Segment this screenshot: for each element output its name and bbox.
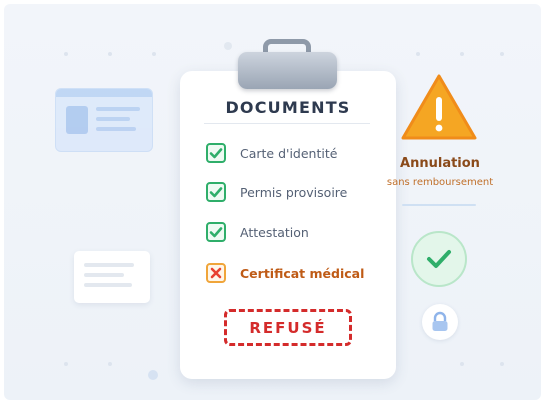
- documents-title: DOCUMENTS: [225, 98, 351, 117]
- annulation-subtitle: sans remboursement: [386, 177, 494, 188]
- background-dot: [416, 52, 420, 56]
- check-icon: [206, 182, 226, 202]
- document-item-label: Carte d'identité: [240, 145, 338, 161]
- background-dot: [460, 362, 464, 366]
- document-item-label: Certificat médical: [240, 265, 365, 281]
- refused-stamp: REFUSÉ: [224, 309, 352, 346]
- clipboard-clip-icon: [238, 52, 337, 89]
- background-dot: [64, 362, 68, 366]
- title-divider: [204, 123, 370, 124]
- document-item: Carte d'identité: [206, 141, 337, 165]
- lock-icon: [422, 304, 458, 340]
- note-icon: [74, 251, 150, 303]
- check-circle-icon: [411, 231, 467, 287]
- document-item-label: Attestation: [240, 224, 309, 240]
- annulation-title: Annulation: [400, 156, 480, 171]
- document-item: Permis provisoire: [206, 180, 347, 204]
- background-dot: [64, 52, 68, 56]
- warning-icon: [401, 74, 477, 140]
- background-dot: [460, 52, 464, 56]
- cross-icon: [206, 263, 226, 283]
- background-dot: [500, 362, 504, 366]
- document-item-label: Permis provisoire: [240, 184, 348, 200]
- background-dot: [500, 52, 504, 56]
- background-dot: [108, 52, 112, 56]
- illustration-scene: DOCUMENTS Carte d'identité Permis provis…: [4, 4, 541, 400]
- check-icon: [206, 143, 226, 163]
- background-dot: [108, 362, 112, 366]
- document-item: Attestation: [206, 220, 309, 244]
- annulation-divider: [402, 204, 476, 206]
- document-item-refused: Certificat médical: [206, 261, 364, 285]
- id-card-icon: [55, 88, 153, 152]
- check-icon: [206, 222, 226, 242]
- background-dot: [148, 370, 158, 380]
- background-dot: [152, 52, 156, 56]
- background-dot: [224, 42, 232, 50]
